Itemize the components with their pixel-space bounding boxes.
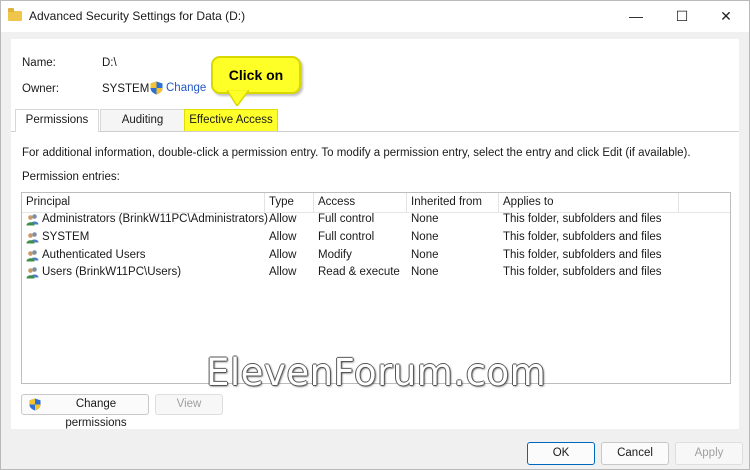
column-type[interactable]: Type [269, 196, 294, 208]
watermark: ElevenForum.com [206, 351, 547, 394]
column-divider[interactable] [406, 193, 407, 212]
name-label: Name: [22, 57, 56, 69]
advanced-security-window: Advanced Security Settings for Data (D:)… [0, 0, 750, 470]
window-title: Advanced Security Settings for Data (D:) [29, 9, 246, 23]
applies-to-cell: This folder, subfolders and files [503, 213, 662, 225]
table-row[interactable]: Administrators (BrinkW11PC\Administrator… [22, 212, 730, 229]
tab-permissions[interactable]: Permissions [15, 109, 99, 132]
column-divider[interactable] [498, 193, 499, 212]
inherited-cell: None [411, 231, 439, 243]
folder-icon [8, 8, 22, 21]
column-divider[interactable] [264, 193, 265, 212]
type-cell: Allow [269, 213, 297, 225]
apply-button[interactable]: Apply [675, 442, 743, 465]
access-cell: Read & execute [318, 266, 400, 278]
permission-entries-label: Permission entries: [22, 171, 120, 183]
close-button[interactable]: ✕ [703, 1, 749, 32]
access-cell: Full control [318, 231, 375, 243]
inherited-cell: None [411, 213, 439, 225]
maximize-button[interactable]: ☐ [659, 1, 705, 32]
principal-cell: Authenticated Users [42, 249, 146, 261]
column-divider[interactable] [313, 193, 314, 212]
view-button[interactable]: View [155, 394, 223, 415]
callout-pointer [227, 90, 249, 106]
ok-button[interactable]: OK [527, 442, 595, 465]
inherited-cell: None [411, 266, 439, 278]
access-cell: Full control [318, 213, 375, 225]
change-permissions-button[interactable]: Change permissions [21, 394, 149, 429]
applies-to-cell: This folder, subfolders and files [503, 249, 662, 261]
change-permissions-label: Change permissions [65, 398, 127, 429]
applies-to-cell: This folder, subfolders and files [503, 231, 662, 243]
column-access[interactable]: Access [318, 196, 355, 208]
change-owner-link[interactable]: Change [166, 82, 206, 94]
principal-cell: Administrators (BrinkW11PC\Administrator… [42, 213, 269, 225]
click-on-callout: Click on [211, 56, 301, 94]
name-value: D:\ [102, 57, 117, 69]
minimize-button[interactable]: — [613, 1, 659, 32]
user-group-icon [26, 214, 39, 226]
column-divider[interactable] [678, 193, 679, 212]
column-applies-to[interactable]: Applies to [503, 196, 554, 208]
owner-label: Owner: [22, 83, 60, 95]
principal-cell: Users (BrinkW11PC\Users) [42, 266, 182, 278]
user-group-icon [26, 232, 39, 244]
type-cell: Allow [269, 231, 297, 243]
type-cell: Allow [269, 266, 297, 278]
tab-effective-access[interactable]: Effective Access [184, 109, 278, 131]
access-cell: Modify [318, 249, 352, 261]
table-row[interactable]: SYSTEM Allow Full control None This fold… [22, 230, 730, 247]
info-text: For additional information, double-click… [22, 147, 691, 159]
cancel-button[interactable]: Cancel [601, 442, 669, 465]
uac-shield-icon [150, 81, 163, 95]
owner-value: SYSTEM [102, 83, 150, 95]
tab-auditing[interactable]: Auditing [100, 109, 185, 131]
list-header: Principal Type Access Inherited from App… [22, 193, 730, 213]
principal-cell: SYSTEM [42, 231, 90, 243]
uac-shield-icon [29, 398, 41, 411]
column-principal[interactable]: Principal [26, 196, 70, 208]
table-row[interactable]: Authenticated Users Allow Modify None Th… [22, 248, 730, 265]
column-inherited-from[interactable]: Inherited from [411, 196, 482, 208]
applies-to-cell: This folder, subfolders and files [503, 266, 662, 278]
inherited-cell: None [411, 249, 439, 261]
title-bar[interactable]: Advanced Security Settings for Data (D:)… [1, 1, 749, 32]
user-group-icon [26, 267, 39, 279]
type-cell: Allow [269, 249, 297, 261]
user-group-icon [26, 250, 39, 262]
table-row[interactable]: Users (BrinkW11PC\Users) Allow Read & ex… [22, 265, 730, 282]
